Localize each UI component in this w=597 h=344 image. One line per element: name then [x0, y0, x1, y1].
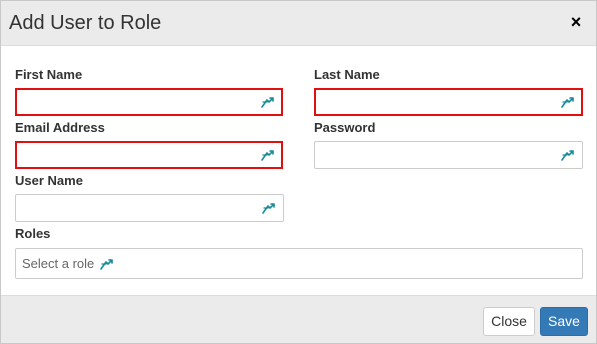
autofill-icon[interactable]: [261, 95, 277, 109]
roles-placeholder: Select a role: [22, 256, 95, 271]
last-name-field: [314, 88, 583, 116]
roles-label: Roles: [15, 226, 51, 241]
autofill-icon[interactable]: [561, 148, 577, 162]
password-label: Password: [314, 120, 376, 135]
dialog-title: Add User to Role: [9, 12, 162, 34]
autofill-icon[interactable]: [261, 148, 277, 162]
password-input[interactable]: [315, 142, 582, 168]
roles-select[interactable]: Select a role: [15, 248, 583, 279]
email-input[interactable]: [17, 143, 281, 167]
user-name-input[interactable]: [16, 195, 283, 221]
password-field: [314, 141, 583, 169]
user-name-field: [15, 194, 284, 222]
dialog-footer: Close Save: [1, 295, 596, 343]
add-user-dialog: Add User to Role × First Name Last Name …: [0, 0, 597, 344]
first-name-input[interactable]: [17, 90, 281, 114]
last-name-input[interactable]: [316, 90, 581, 114]
first-name-label: First Name: [15, 67, 83, 82]
last-name-label: Last Name: [314, 67, 380, 82]
save-button[interactable]: Save: [540, 307, 588, 336]
autofill-icon[interactable]: [262, 201, 278, 215]
dialog-header: Add User to Role ×: [1, 1, 596, 46]
autofill-icon[interactable]: [561, 95, 577, 109]
close-icon[interactable]: ×: [568, 13, 584, 31]
autofill-icon[interactable]: [100, 257, 116, 271]
user-name-label: User Name: [15, 173, 83, 188]
first-name-field: [15, 88, 283, 116]
email-label: Email Address: [15, 120, 105, 135]
email-field: [15, 141, 283, 169]
close-button[interactable]: Close: [483, 307, 535, 336]
